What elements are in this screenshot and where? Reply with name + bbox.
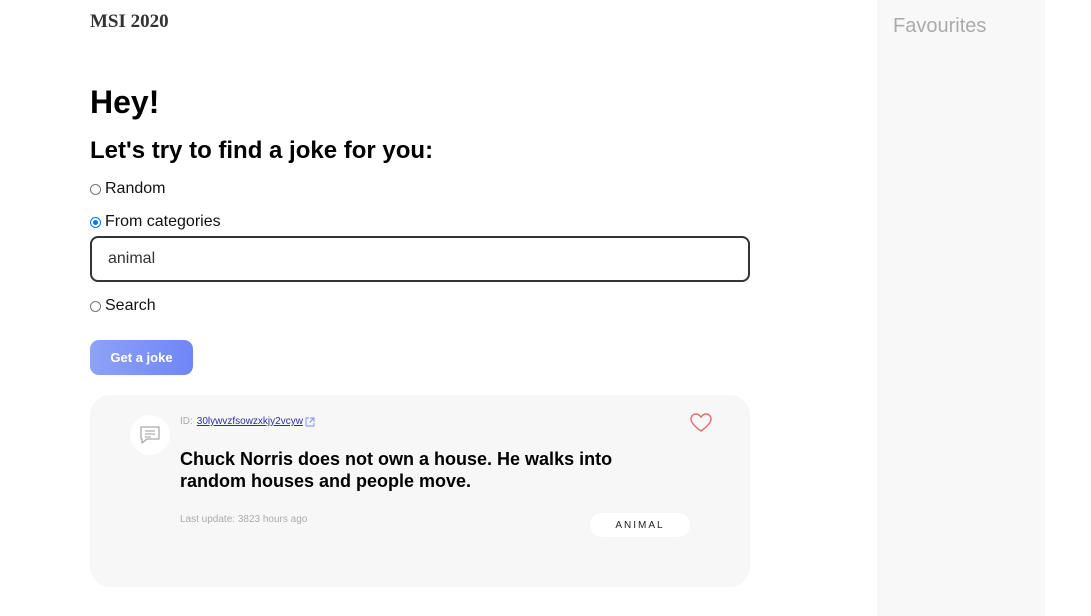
random-label: Random [105, 180, 166, 197]
categories-radio[interactable] [90, 216, 101, 228]
message-bubble-icon [140, 426, 160, 444]
radio-option-categories[interactable]: From categories [90, 213, 221, 231]
joke-card: ID: 30lywvzfsowzxkjy2vcyw Chuck Norris d… [90, 395, 750, 587]
last-update-text: Last update: 3823 hours ago [180, 514, 308, 525]
joke-id-line: ID: 30lywvzfsowzxkjy2vcyw [180, 416, 315, 427]
search-label: Search [105, 297, 156, 314]
radio-option-search[interactable]: Search [90, 297, 156, 315]
get-joke-button[interactable]: Get a joke [90, 340, 193, 375]
find-joke-subtitle: Let's try to find a joke for you: [90, 137, 434, 164]
message-icon-container [130, 415, 170, 455]
external-link-icon[interactable] [305, 417, 315, 427]
favourites-title: Favourites [893, 15, 987, 37]
greeting-heading: Hey! [90, 84, 160, 120]
favourites-panel: Favourites [877, 0, 1045, 616]
search-radio[interactable] [90, 300, 101, 312]
random-radio[interactable] [90, 183, 101, 195]
heart-outline-icon[interactable] [690, 413, 712, 433]
category-input[interactable] [90, 236, 750, 282]
joke-text: Chuck Norris does not own a house. He wa… [180, 449, 613, 491]
categories-label: From categories [105, 213, 221, 230]
category-badge: ANIMAL [590, 513, 690, 537]
radio-option-random[interactable]: Random [90, 180, 165, 198]
joke-id-link[interactable]: 30lywvzfsowzxkjy2vcyw [197, 416, 303, 427]
joke-id-label: ID: [180, 416, 193, 427]
app-brand: MSI 2020 [90, 11, 169, 32]
